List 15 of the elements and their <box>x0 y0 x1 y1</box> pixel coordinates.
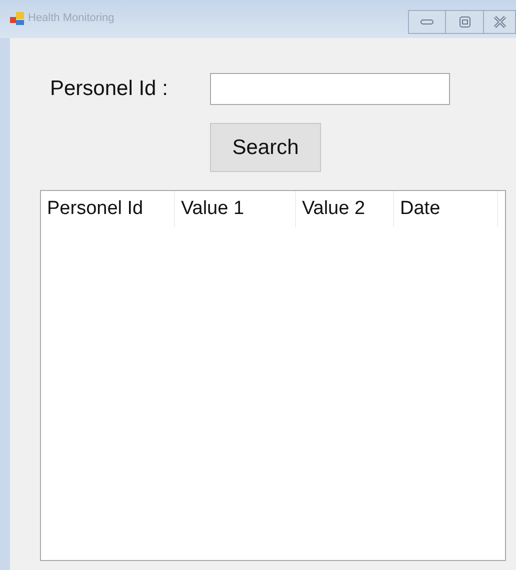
minimize-button[interactable] <box>408 10 446 34</box>
close-button[interactable] <box>484 10 516 34</box>
personel-id-label: Personel Id : <box>50 76 169 102</box>
column-header[interactable]: Personel Id <box>41 191 175 227</box>
app-icon <box>10 12 25 26</box>
search-button[interactable]: Search <box>210 123 321 172</box>
column-header[interactable]: Value 2 <box>296 191 394 227</box>
window-title: Health Monitoring <box>28 11 114 26</box>
personel-id-field[interactable] <box>210 73 450 105</box>
maximize-icon <box>458 16 470 28</box>
minimize-icon <box>420 19 434 25</box>
column-header[interactable]: Value 1 <box>175 191 296 227</box>
column-header[interactable]: Date <box>394 191 498 227</box>
close-icon <box>492 16 506 28</box>
maximize-button[interactable] <box>446 10 484 34</box>
